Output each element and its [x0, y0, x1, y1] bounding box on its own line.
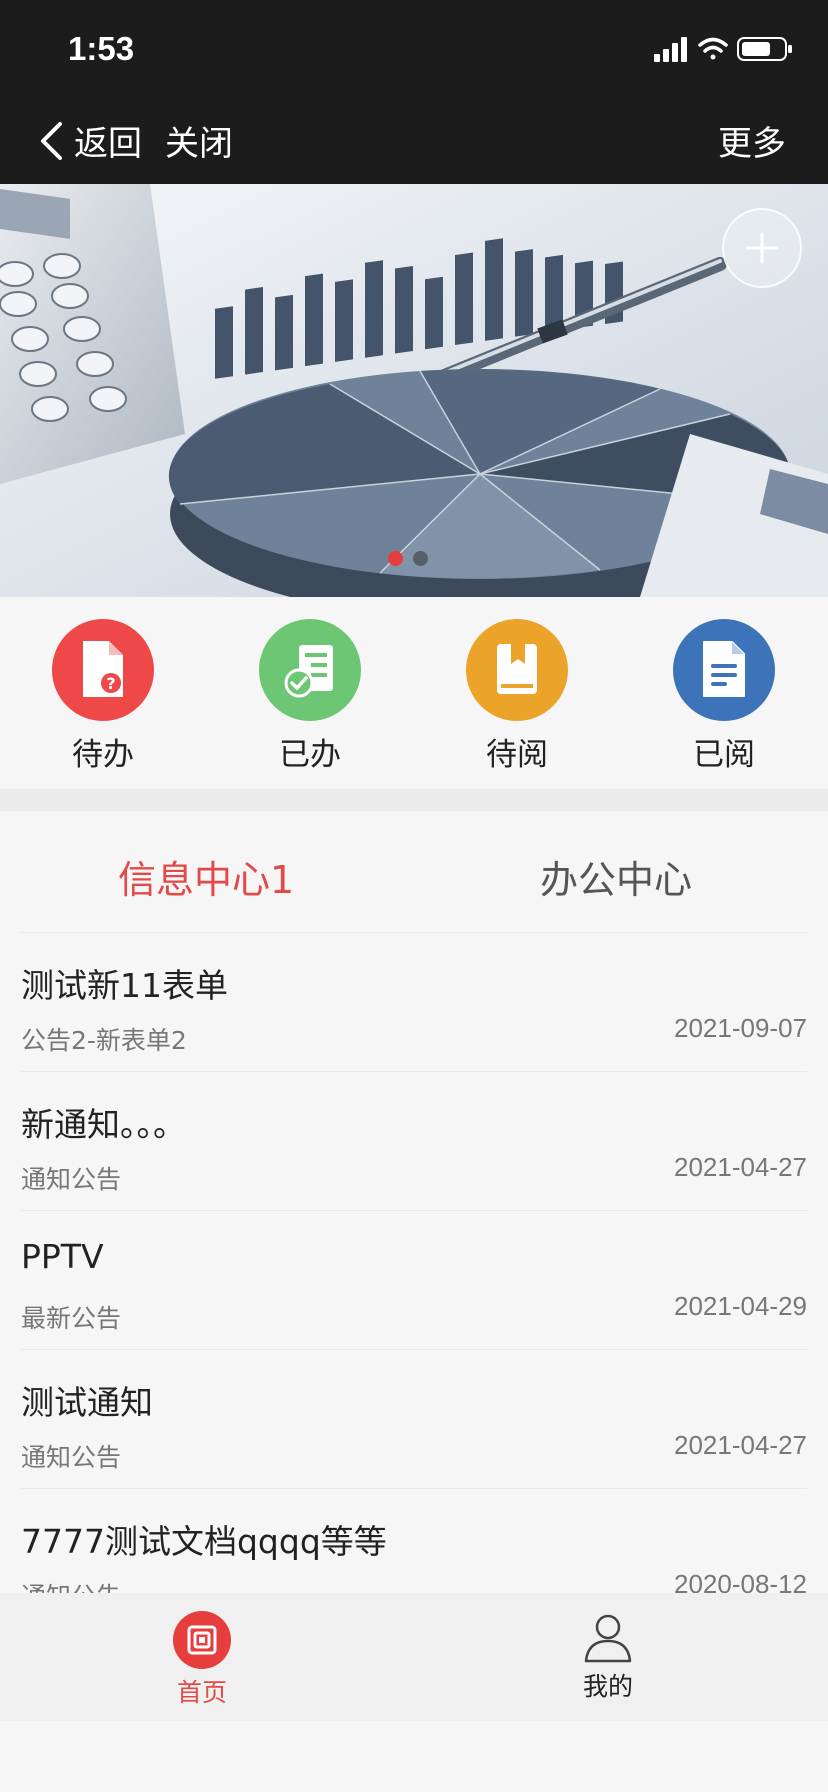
quick-action-to-read[interactable]: 待阅 [457, 619, 577, 774]
list-item-date: 2021-04-27 [674, 1430, 807, 1460]
tab-info-center[interactable]: 信息中心1 [118, 849, 294, 904]
tab-office-center[interactable]: 办公中心 [540, 849, 692, 904]
bottom-tab-bar: 首页 我的 [0, 1593, 828, 1721]
list-item[interactable]: 测试通知 通知公告 2021-04-27 [21, 1350, 807, 1489]
list-item-date: 2021-09-07 [674, 1013, 807, 1043]
list-item-category: 通知公告 [21, 1443, 122, 1472]
list-item[interactable]: PPTV 最新公告 2021-04-29 [21, 1211, 807, 1350]
banner-carousel[interactable] [0, 184, 828, 597]
section-divider [0, 789, 828, 811]
plus-icon [746, 232, 778, 264]
battery-icon [737, 37, 792, 61]
status-icons [654, 37, 792, 62]
back-label: 返回 [74, 124, 142, 164]
svg-text:?: ? [106, 674, 115, 693]
back-button[interactable]: 返回 [38, 116, 142, 165]
tabbar-mine-label: 我的 [582, 1672, 633, 1701]
list-item-title: 测试新11表单 [21, 966, 228, 1005]
signal-icon [654, 37, 687, 62]
status-bar: 1:53 [0, 0, 828, 92]
list-item-date: 2021-04-29 [674, 1291, 807, 1321]
list-item-category: 通知公告 [21, 1165, 122, 1194]
quick-action-done[interactable]: 已办 [250, 619, 370, 774]
quick-action-label: 已办 [279, 737, 341, 773]
carousel-dot[interactable] [413, 551, 428, 566]
tabbar-home-label: 首页 [176, 1678, 227, 1707]
close-button[interactable]: 关闭 [165, 116, 233, 165]
document-text-icon [673, 619, 775, 721]
list-item[interactable]: 测试新11表单 公告2-新表单2 2021-09-07 [21, 933, 807, 1072]
carousel-indicator [388, 551, 428, 566]
quick-action-label: 已阅 [693, 737, 755, 773]
list-item-category: 公告2-新表单2 [21, 1026, 187, 1055]
carousel-dot-active[interactable] [388, 551, 403, 566]
list-item-date: 2020-08-12 [674, 1569, 807, 1593]
quick-action-todo[interactable]: ? 待办 [43, 619, 163, 774]
list-item-category: 最新公告 [21, 1304, 122, 1333]
list-item-title: PPTV [21, 1237, 104, 1276]
quick-action-label: 待办 [72, 737, 134, 773]
user-icon [584, 1614, 632, 1663]
quick-actions: ? 待办 已办 待阅 已阅 [0, 597, 828, 789]
document-question-icon: ? [52, 619, 154, 721]
checklist-icon [259, 619, 361, 721]
banner-image [0, 184, 828, 597]
list-item-title: 新通知。。。 [21, 1105, 186, 1144]
home-indicator-area [0, 1721, 828, 1792]
tabbar-home[interactable]: 首页 [122, 1611, 282, 1709]
tabbar-mine[interactable]: 我的 [528, 1611, 688, 1703]
list-item[interactable]: 7777测试文档qqqq等等 通知公告 2020-08-12 [21, 1489, 807, 1593]
more-button[interactable]: 更多 [718, 116, 786, 165]
quick-action-read[interactable]: 已阅 [664, 619, 784, 774]
chevron-left-icon [41, 121, 62, 160]
list-item-title: 7777测试文档qqqq等等 [21, 1522, 387, 1561]
wifi-icon [698, 37, 728, 60]
list-item-category: 通知公告 [21, 1577, 121, 1593]
nav-bar: 返回 关闭 更多 [0, 92, 828, 184]
list-item[interactable]: 新通知。。。 通知公告 2021-04-27 [21, 1072, 807, 1211]
notice-list: 测试新11表单 公告2-新表单2 2021-09-07 新通知。。。 通知公告 … [0, 933, 828, 1593]
list-item-date: 2021-04-27 [674, 1152, 807, 1182]
list-item-title: 测试通知 [21, 1383, 153, 1422]
quick-action-label: 待阅 [486, 737, 548, 773]
book-icon [466, 619, 568, 721]
home-icon [173, 1611, 231, 1669]
status-time: 1:53 [68, 30, 135, 67]
add-button[interactable] [722, 208, 802, 288]
content-tabs: 信息中心1 办公中心 [0, 811, 828, 933]
